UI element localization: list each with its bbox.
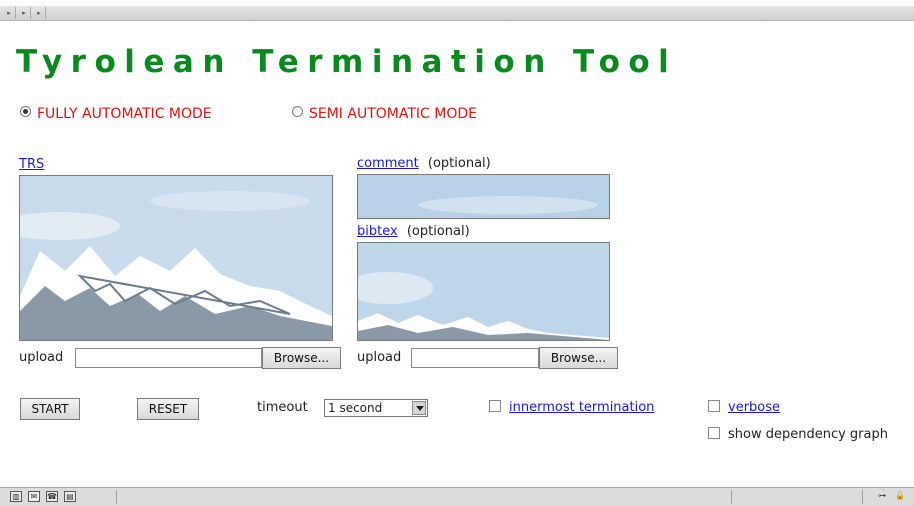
status-bar: ▥ ✉ ☎ ▤ ⊶ 🔓	[0, 487, 914, 506]
comment-optional-note: (optional)	[427, 156, 491, 171]
timeout-select[interactable]: 1 second	[324, 399, 428, 417]
mail-icon[interactable]: ✉	[28, 491, 40, 502]
addressbook-icon[interactable]: ☎	[46, 491, 58, 502]
innermost-checkbox-row[interactable]: innermost termination	[489, 400, 654, 415]
status-divider	[731, 490, 732, 504]
reset-button[interactable]: RESET	[137, 398, 199, 420]
innermost-checkbox[interactable]	[489, 400, 501, 412]
dependency-graph-checkbox-row[interactable]: show dependency graph	[708, 427, 888, 442]
start-button[interactable]: START	[20, 398, 80, 420]
bibtex-label-row: bibtex (optional)	[357, 224, 470, 239]
fully-automatic-radio[interactable]: FULLY AUTOMATIC MODE	[20, 106, 212, 122]
dependency-graph-checkbox[interactable]	[708, 427, 720, 439]
radio-unselected-icon[interactable]	[292, 106, 303, 117]
chevron-down-icon[interactable]	[412, 401, 426, 415]
trs-textarea[interactable]	[19, 175, 333, 341]
verbose-link[interactable]: verbose	[728, 400, 780, 415]
mountain-background	[358, 243, 609, 340]
status-divider	[862, 490, 863, 504]
tab-strip-bar	[0, 6, 914, 21]
sky-background	[358, 175, 609, 218]
comment-link[interactable]: comment	[357, 156, 419, 171]
composer-icon[interactable]: ▤	[64, 491, 76, 502]
trs-upload-label: upload	[19, 350, 64, 365]
comment-textarea[interactable]	[357, 174, 610, 219]
bibtex-file-input[interactable]	[411, 348, 539, 368]
trs-file-input[interactable]	[75, 348, 262, 368]
semi-automatic-radio[interactable]: SEMI AUTOMATIC MODE	[292, 106, 477, 122]
dependency-graph-label: show dependency graph	[728, 427, 888, 442]
fully-automatic-label: FULLY AUTOMATIC MODE	[37, 106, 212, 122]
mountain-background	[20, 176, 332, 340]
semi-automatic-label: SEMI AUTOMATIC MODE	[309, 106, 477, 122]
verbose-checkbox-row[interactable]: verbose	[708, 400, 780, 415]
bibtex-upload-label: upload	[357, 350, 402, 365]
browser-tab-strip: ▸ ▸ ▸	[0, 0, 914, 22]
trs-link[interactable]: TRS	[19, 157, 44, 172]
tab-arrow-icon[interactable]: ▸	[33, 7, 46, 19]
verbose-checkbox[interactable]	[708, 400, 720, 412]
innermost-link[interactable]: innermost termination	[509, 400, 654, 415]
status-divider	[116, 490, 117, 504]
bibtex-optional-note: (optional)	[406, 224, 470, 239]
page-title: Tyrolean Termination Tool	[16, 44, 678, 80]
connection-icon: ⊶	[878, 491, 886, 500]
lock-icon: 🔓	[895, 491, 905, 500]
timeout-value: 1 second	[328, 401, 383, 415]
trs-browse-button[interactable]: Browse...	[262, 347, 341, 369]
navigator-icon[interactable]: ▥	[10, 491, 22, 502]
bibtex-link[interactable]: bibtex	[357, 224, 398, 239]
tab-arrow-icon[interactable]: ▸	[3, 7, 16, 19]
timeout-label: timeout	[257, 400, 308, 415]
radio-selected-icon[interactable]	[20, 106, 31, 117]
comment-label-row: comment (optional)	[357, 156, 491, 171]
bibtex-browse-button[interactable]: Browse...	[539, 347, 618, 369]
tab-arrow-icon[interactable]: ▸	[18, 7, 31, 19]
bibtex-textarea[interactable]	[357, 242, 610, 341]
